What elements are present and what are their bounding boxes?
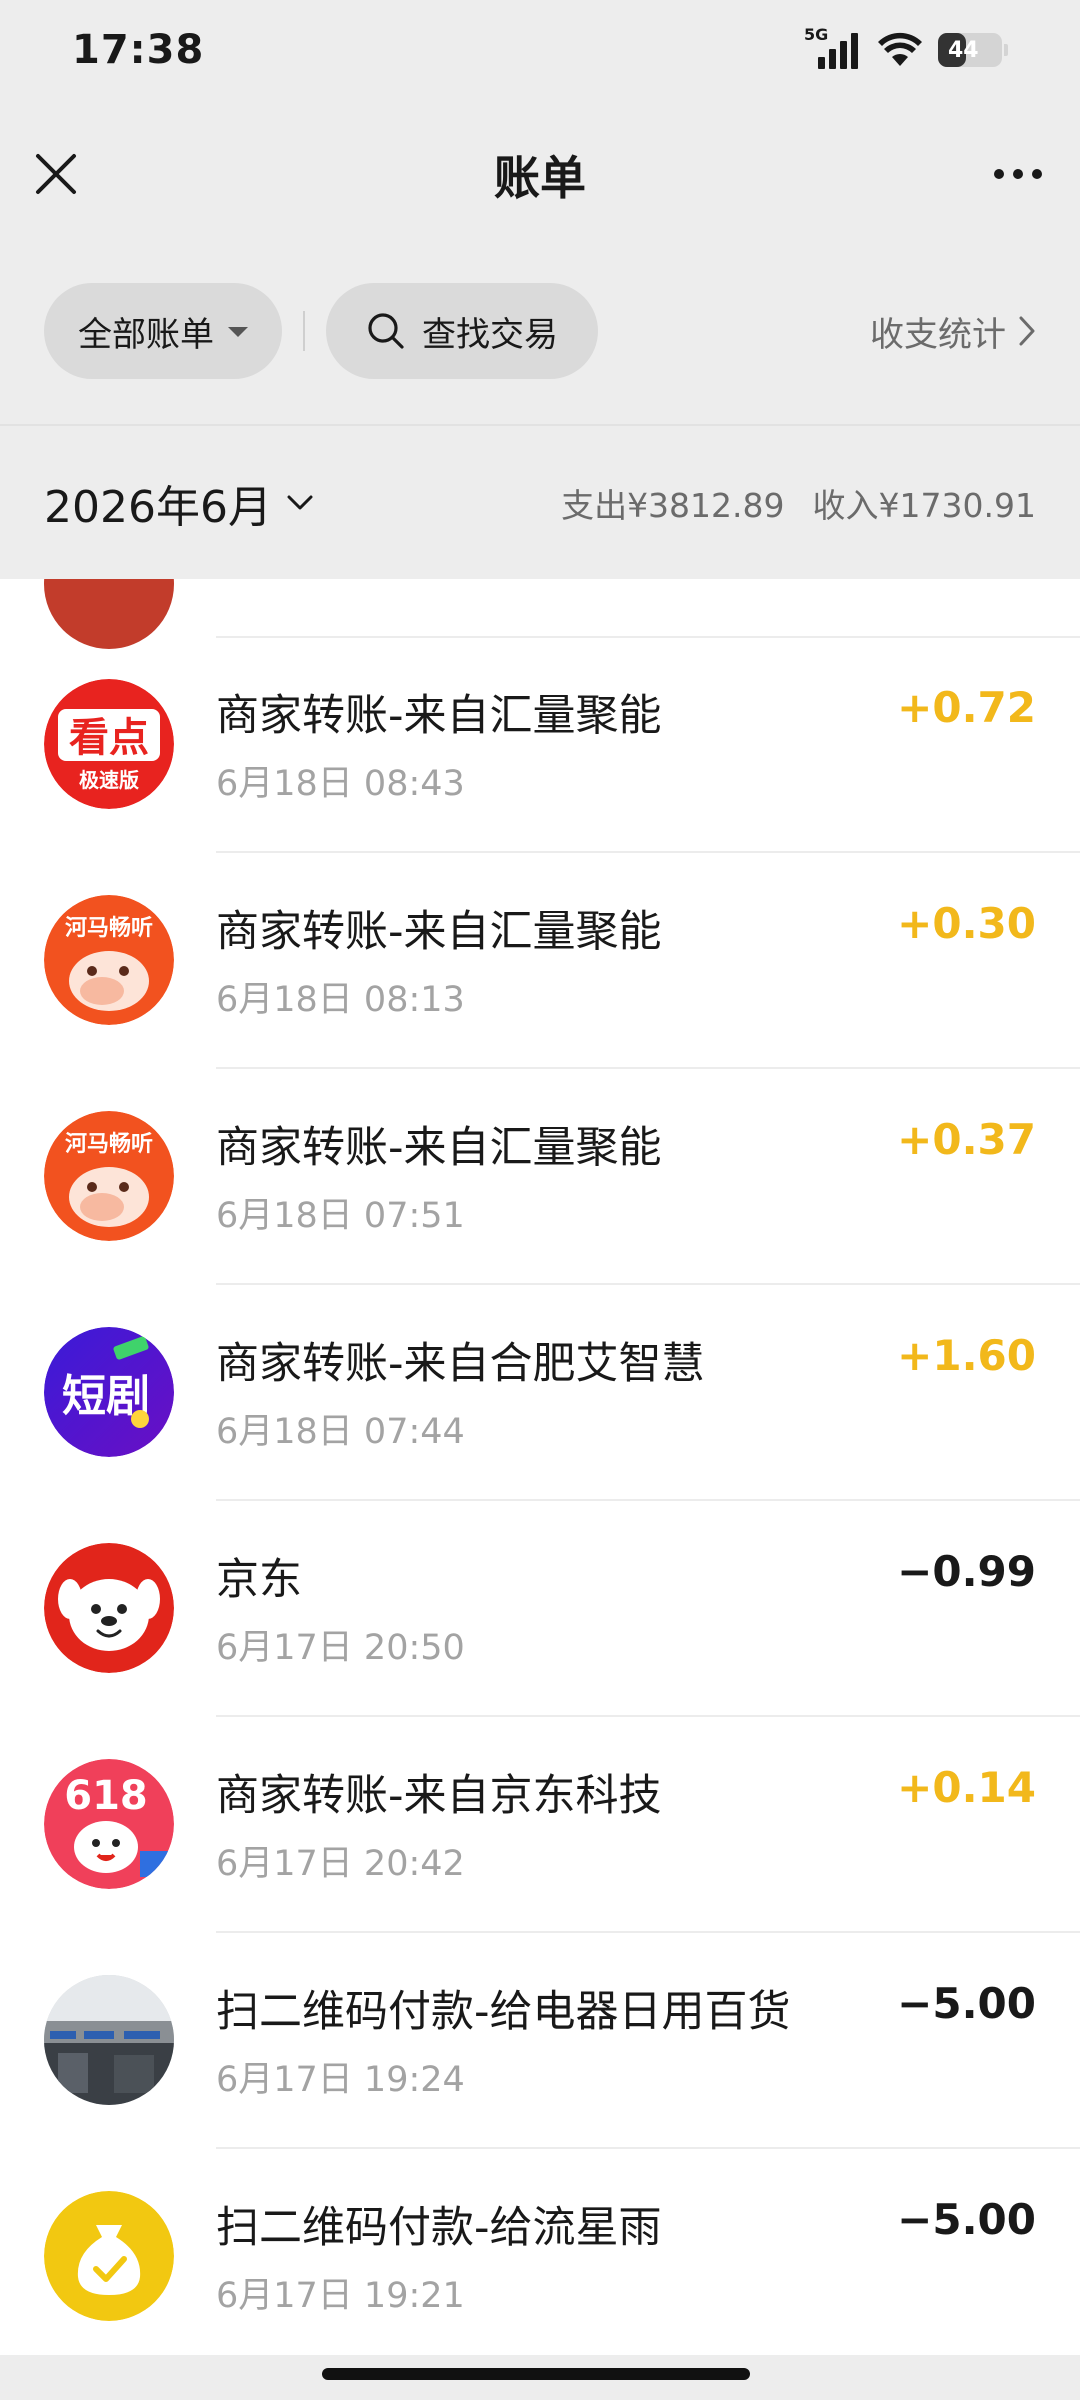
svg-text:看点: 看点 <box>69 715 149 761</box>
transaction-amount: +0.14 <box>897 1763 1036 1812</box>
transaction-amount: −5.00 <box>897 1979 1036 2028</box>
transaction-time: 6月18日 08:43 <box>216 764 465 804</box>
transaction-row[interactable]: 河马畅听 商家转账-来自汇量聚能 6月18日 07:51 +0.37 <box>0 1069 1080 1285</box>
more-icon[interactable] <box>986 148 1050 200</box>
month-selector[interactable]: 2026年6月 <box>44 471 314 535</box>
search-label: 查找交易 <box>422 314 558 355</box>
month-expense-total: 支出¥3812.89 <box>561 485 785 525</box>
transaction-row[interactable]: 扫二维码付款-给流星雨 6月17日 19:21 −5.00 <box>0 2149 1080 2355</box>
transaction-amount: −0.99 <box>897 1547 1036 1596</box>
transaction-time: 6月18日 07:44 <box>216 1412 465 1452</box>
income-expense-stats-link[interactable]: 收支统计 <box>870 307 1036 356</box>
home-indicator[interactable] <box>322 2368 750 2380</box>
transaction-time: 6月17日 20:42 <box>216 1844 465 1884</box>
transaction-row[interactable]: 看点 极速版 商家转账-来自汇量聚能 6月18日 08:43 +0.72 <box>0 637 1080 853</box>
hema-changting-app-icon: 河马畅听 <box>44 895 174 1025</box>
signal-icon: 5G <box>804 25 862 73</box>
transaction-time: 6月17日 19:21 <box>216 2276 465 2316</box>
transaction-title: 扫二维码付款-给电器日用百货 <box>216 1987 791 2037</box>
svg-text:极速版: 极速版 <box>79 768 139 792</box>
battery-icon: 44 <box>938 33 1008 67</box>
transaction-row[interactable]: 京东 6月17日 20:50 −0.99 <box>0 1501 1080 1717</box>
status-bar: 17:38 5G 44 <box>0 0 1080 100</box>
chevron-down-icon <box>287 495 313 509</box>
transaction-title: 京东 <box>216 1555 302 1605</box>
status-time: 17:38 <box>72 27 205 73</box>
transaction-time: 6月17日 19:24 <box>216 2060 465 2100</box>
duanju-app-icon: 短剧 <box>44 1327 174 1457</box>
transaction-title: 商家转账-来自汇量聚能 <box>216 691 662 741</box>
hema-changting-app-icon: 河马畅听 <box>44 1111 174 1241</box>
search-transactions-button[interactable]: 查找交易 <box>326 283 598 379</box>
transaction-time: 6月17日 20:50 <box>216 1628 465 1668</box>
jd-dog-icon <box>44 1543 174 1673</box>
transaction-row[interactable]: 短剧 商家转账-来自合肥艾智慧 6月18日 07:44 +1.60 <box>0 1285 1080 1501</box>
transaction-title: 扫二维码付款-给流星雨 <box>216 2203 662 2253</box>
transaction-row[interactable]: 扫二维码付款-给电器日用百货 6月17日 19:24 −5.00 <box>0 1933 1080 2149</box>
store-photo-avatar <box>44 1975 174 2105</box>
transaction-title: 商家转账-来自合肥艾智慧 <box>216 1339 705 1389</box>
jd-618-icon: 618 <box>44 1759 174 1889</box>
all-bills-label: 全部账单 <box>78 314 214 355</box>
page-title: 账单 <box>494 151 586 205</box>
filter-row: 全部账单 查找交易 收支统计 <box>0 282 1080 380</box>
transaction-row[interactable]: 618 商家转账-来自京东科技 6月17日 20:42 +0.14 <box>0 1717 1080 1933</box>
svg-text:河马畅听: 河马畅听 <box>65 1132 153 1157</box>
month-income-total: 收入¥1730.91 <box>812 485 1036 525</box>
close-icon[interactable] <box>30 148 82 200</box>
transaction-amount: +0.37 <box>897 1115 1036 1164</box>
status-icons: 5G 44 <box>804 25 1008 73</box>
transaction-amount: +1.60 <box>897 1331 1036 1380</box>
transaction-amount: +0.72 <box>897 683 1036 732</box>
transaction-row[interactable]: 河马畅听 商家转账-来自汇量聚能 6月18日 08:13 +0.30 <box>0 853 1080 1069</box>
month-totals: 支出¥3812.89 收入¥1730.91 <box>561 479 1036 527</box>
caret-down-icon <box>228 327 248 337</box>
transaction-title: 商家转账-来自汇量聚能 <box>216 1123 662 1173</box>
month-label: 2026年6月 <box>44 481 272 533</box>
kandian-app-icon: 看点 极速版 <box>44 679 174 809</box>
transaction-time: 6月18日 08:13 <box>216 980 465 1020</box>
money-bag-icon <box>44 2191 174 2321</box>
svg-text:618: 618 <box>64 1773 148 1819</box>
all-bills-dropdown[interactable]: 全部账单 <box>44 283 282 379</box>
stats-label: 收支统计 <box>870 314 1006 355</box>
transaction-list: 看点 极速版 商家转账-来自汇量聚能 6月18日 08:43 +0.72 河马畅… <box>0 579 1080 2355</box>
transaction-title: 商家转账-来自京东科技 <box>216 1771 662 1821</box>
wifi-icon <box>878 32 922 66</box>
divider <box>303 311 305 351</box>
transaction-title: 商家转账-来自汇量聚能 <box>216 907 662 957</box>
svg-text:河马畅听: 河马畅听 <box>65 916 153 941</box>
header: 账单 <box>0 110 1080 240</box>
search-icon <box>368 313 404 349</box>
battery-level: 44 <box>948 37 979 63</box>
transaction-amount: −5.00 <box>897 2195 1036 2244</box>
chevron-right-icon <box>1019 316 1035 346</box>
month-summary-bar: 2026年6月 支出¥3812.89 收入¥1730.91 <box>0 424 1080 579</box>
transaction-time: 6月18日 07:51 <box>216 1196 465 1236</box>
transaction-amount: +0.30 <box>897 899 1036 948</box>
